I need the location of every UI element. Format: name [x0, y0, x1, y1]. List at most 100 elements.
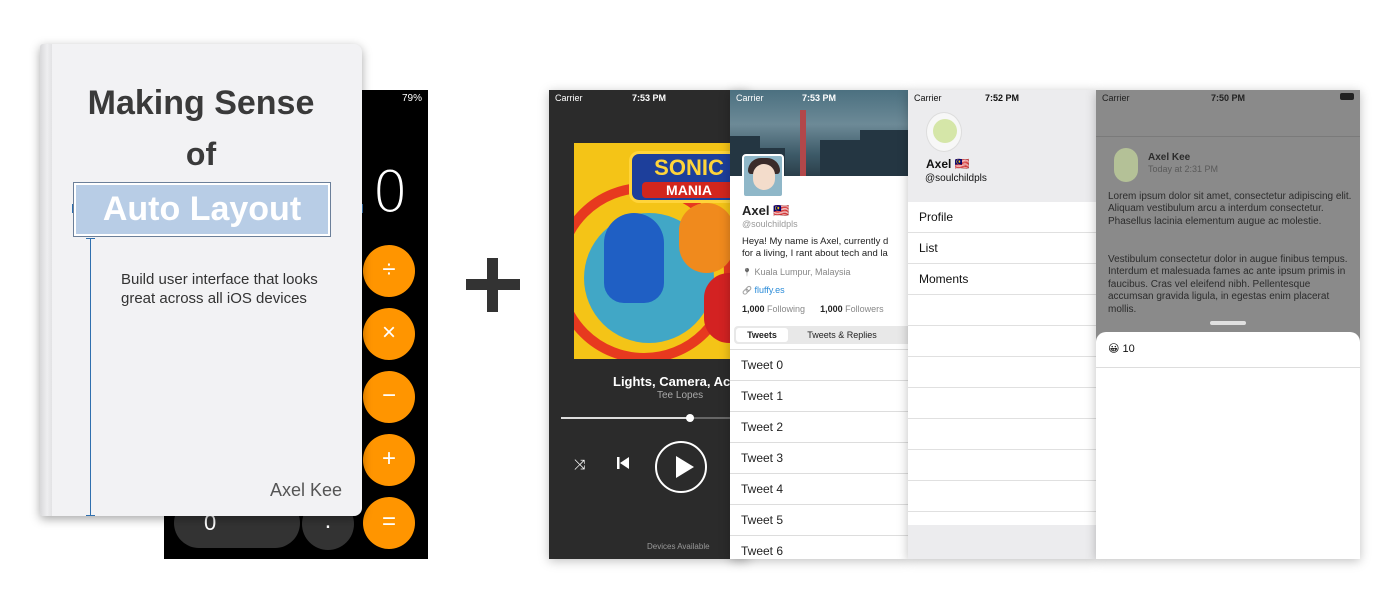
menu-empty-row — [908, 388, 1096, 419]
plus-vertical — [487, 258, 498, 312]
tweet-row[interactable]: Tweet 6 — [730, 535, 908, 559]
reaction-count[interactable]: 😀 10 — [1108, 342, 1135, 355]
tab-tweets-replies[interactable]: Tweets & Replies — [794, 328, 890, 342]
art-character-blue — [604, 213, 664, 303]
multiply-button[interactable]: × — [363, 308, 415, 360]
progress-fill — [561, 417, 691, 419]
profile-avatar[interactable] — [742, 154, 784, 198]
profile-name: Axel 🇲🇾 — [742, 203, 790, 218]
tweet-row[interactable]: Tweet 4 — [730, 473, 908, 504]
tweet-row[interactable]: Tweet 2 — [730, 411, 908, 442]
book-author: Axel Kee — [269, 480, 342, 500]
bottom-constraint-line — [90, 238, 91, 516]
music-player-screen: Carrier 7:53 PM SONIC MANIA Lights, Came… — [549, 90, 749, 559]
battery-status: 79% — [401, 93, 422, 104]
auto-layout-box: Auto Layout — [73, 182, 331, 237]
post-avatar[interactable] — [1114, 148, 1138, 182]
following-count[interactable]: 1,000 — [742, 304, 765, 314]
profile-tabs: Tweets Tweets & Replies — [734, 326, 908, 344]
menu-avatar[interactable] — [926, 112, 962, 152]
status-time: 7:50 PM — [1210, 93, 1245, 103]
sheet-divider — [1096, 367, 1360, 368]
plus-sign — [466, 258, 520, 312]
post-author: Axel Kee — [1148, 152, 1191, 163]
menu-item-list[interactable]: List — [908, 233, 1096, 264]
post-paragraph: Lorem ipsum dolor sit amet, consectetur … — [1108, 191, 1352, 227]
menu-name: Axel 🇲🇾 — [926, 157, 970, 171]
menu-header: Axel 🇲🇾 @soulchildpls — [908, 90, 1096, 202]
tweet-row[interactable]: Tweet 3 — [730, 442, 908, 473]
location-text: Kuala Lumpur, Malaysia — [754, 267, 851, 277]
divide-button[interactable]: ÷ — [363, 245, 415, 297]
menu-item-profile[interactable]: Profile — [908, 202, 1096, 233]
status-time: 7:53 PM — [631, 93, 666, 103]
minus-button[interactable]: − — [363, 371, 415, 423]
profile-handle: @soulchildpls — [742, 219, 798, 229]
play-button[interactable] — [655, 441, 707, 493]
constraint-cap-bottom — [86, 515, 95, 516]
menu-item-moments[interactable]: Moments — [908, 264, 1096, 295]
battery-icon — [1340, 93, 1354, 100]
profile-bio: Heya! My name is Axel, currently d for a… — [742, 236, 908, 260]
play-icon — [676, 456, 694, 478]
bio-line: for a living, I rant about tech and la — [742, 248, 888, 259]
followers-count[interactable]: 1,000 — [820, 304, 843, 314]
avatar-face — [753, 164, 775, 190]
profile-link[interactable]: 🔗 fluffy.es — [742, 285, 785, 295]
link-text[interactable]: fluffy.es — [754, 285, 784, 295]
shuffle-icon[interactable]: ⤨ — [574, 456, 585, 473]
status-time: 7:53 PM — [801, 93, 836, 103]
tweet-row[interactable]: Tweet 5 — [730, 504, 908, 535]
post-paragraph: Vestibulum consectetur dolor in augue fi… — [1108, 254, 1348, 315]
link-icon: 🔗 — [742, 286, 752, 295]
status-bar: Carrier 7:52 PM — [908, 90, 1096, 106]
nav-separator — [1096, 136, 1360, 137]
tab-tweets[interactable]: Tweets — [736, 328, 788, 342]
menu-list: Profile List Moments — [908, 202, 1096, 525]
album-logo-top: SONIC — [654, 155, 724, 180]
menu-empty-row — [908, 357, 1096, 388]
album-art: SONIC MANIA — [574, 143, 749, 359]
menu-empty-row — [908, 295, 1096, 326]
tweet-row[interactable]: Tweet 0 — [730, 349, 908, 380]
devices-available-label[interactable]: Devices Available — [647, 542, 710, 551]
follow-stats: 1,000 Following 1,000 Followers — [742, 304, 884, 314]
status-bar: Carrier 7:53 PM — [549, 90, 749, 106]
menu-handle: @soulchildpls — [925, 173, 987, 184]
left-constraint-cap — [72, 204, 73, 213]
plus-button[interactable]: + — [363, 434, 415, 486]
profile-location: 📍 Kuala Lumpur, Malaysia — [742, 267, 851, 277]
bio-line: Heya! My name is Axel, currently d — [742, 236, 889, 247]
status-bar: Carrier 7:53 PM — [730, 90, 908, 106]
banner-tower — [800, 110, 806, 176]
calculator-display: 0 — [372, 160, 408, 225]
followers-label[interactable]: Followers — [845, 304, 884, 314]
status-bar: Carrier 7:50 PM — [1096, 90, 1360, 106]
menu-empty-row — [908, 326, 1096, 357]
previous-track-icon[interactable] — [616, 456, 630, 470]
book-title-highlight: Auto Layout — [76, 185, 328, 234]
book-title-line1: Making Sense — [87, 84, 315, 122]
post-screen: Carrier 7:50 PM Axel Kee Today at 2:31 P… — [1096, 90, 1360, 559]
tweet-row[interactable]: Tweet 1 — [730, 380, 908, 411]
book-title-line2: of — [185, 136, 217, 172]
book-cover: Making Sense of Auto Layout Build user i… — [40, 44, 362, 516]
art-character-orange — [679, 203, 734, 273]
menu-empty-row — [908, 450, 1096, 481]
sheet-drag-handle[interactable] — [1210, 321, 1246, 325]
progress-slider[interactable] — [561, 414, 749, 422]
album-logo-bottom: MANIA — [642, 182, 736, 198]
equals-button[interactable]: = — [363, 497, 415, 549]
following-label[interactable]: Following — [767, 304, 805, 314]
avatar-head — [933, 119, 957, 143]
banner-building — [820, 140, 860, 176]
menu-empty-row — [908, 481, 1096, 512]
side-menu-screen: Axel 🇲🇾 @soulchildpls Carrier 7:52 PM Pr… — [908, 90, 1096, 559]
bottom-sheet: 😀 10 — [1096, 332, 1360, 559]
progress-knob[interactable] — [686, 414, 695, 422]
banner-building — [860, 130, 908, 176]
status-time: 7:52 PM — [984, 93, 1019, 103]
menu-empty-row — [908, 419, 1096, 450]
location-pin-icon: 📍 — [742, 268, 752, 277]
constraint-cap-top — [86, 238, 95, 239]
